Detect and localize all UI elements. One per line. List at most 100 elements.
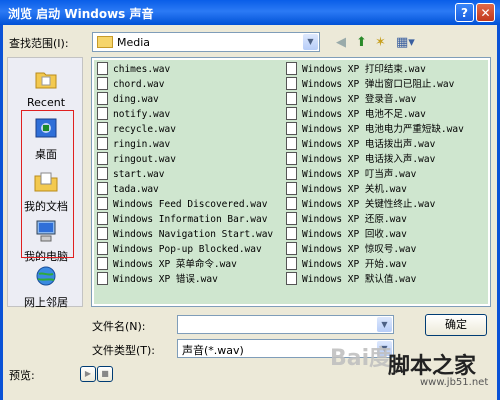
list-item[interactable]: start.wav <box>97 167 273 182</box>
list-item[interactable]: chord.wav <box>97 77 273 92</box>
sound-file-icon <box>286 182 297 195</box>
list-item[interactable]: Windows Information Bar.wav <box>97 212 273 227</box>
list-item[interactable]: Windows Feed Discovered.wav <box>97 197 273 212</box>
sound-file-icon <box>97 137 108 150</box>
sound-file-icon <box>97 227 108 240</box>
stop-button[interactable]: ■ <box>97 366 113 382</box>
list-item[interactable]: Windows XP 电池电力严重短缺.wav <box>286 122 464 137</box>
list-item[interactable]: Windows XP 电话拨出声.wav <box>286 137 464 152</box>
view-menu-icon[interactable]: ▦▾ <box>396 35 415 50</box>
list-item[interactable]: Windows XP 开始.wav <box>286 257 464 272</box>
place-label: 网上邻居 <box>24 296 68 309</box>
title-bar: 浏览 启动 Windows 声音 ? ✕ <box>0 0 500 25</box>
list-item[interactable]: Windows Pop-up Blocked.wav <box>97 242 273 257</box>
file-name: Windows XP 登录音.wav <box>302 94 417 105</box>
sound-file-icon <box>286 257 297 270</box>
site-url-watermark: www.jb51.net <box>420 377 489 388</box>
file-name: Windows XP 电话拨出声.wav <box>302 139 436 150</box>
list-item[interactable]: ding.wav <box>97 92 273 107</box>
folder-icon <box>97 36 113 48</box>
file-name: Windows XP 还原.wav <box>302 214 407 225</box>
filetype-label: 文件类型(T): <box>92 344 156 357</box>
network-icon <box>36 266 56 286</box>
sound-file-icon <box>97 182 108 195</box>
filename-input[interactable]: ▼ <box>177 315 394 334</box>
file-name: start.wav <box>113 169 165 180</box>
file-name: chimes.wav <box>113 64 171 75</box>
list-item[interactable]: ringout.wav <box>97 152 273 167</box>
sound-file-icon <box>286 77 297 90</box>
file-name: Windows XP 电池电力严重短缺.wav <box>302 124 464 135</box>
file-name: Windows XP 电池不足.wav <box>302 109 426 120</box>
chevron-down-icon[interactable]: ▼ <box>377 317 392 332</box>
place-network[interactable]: 网上邻居 <box>8 264 84 310</box>
list-item[interactable]: Windows XP 还原.wav <box>286 212 464 227</box>
file-name: Windows XP 错误.wav <box>113 274 218 285</box>
sound-file-icon <box>97 197 108 210</box>
file-name: Windows XP 菜单命令.wav <box>113 259 237 270</box>
lookin-combo[interactable]: Media ▼ <box>92 32 320 52</box>
play-button[interactable]: ▶ <box>80 366 96 382</box>
list-item[interactable]: Windows XP 回收.wav <box>286 227 464 242</box>
sound-file-icon <box>97 122 108 135</box>
close-button[interactable]: ✕ <box>476 3 495 22</box>
list-item[interactable]: Windows XP 登录音.wav <box>286 92 464 107</box>
sound-file-icon <box>286 107 297 120</box>
list-item[interactable]: chimes.wav <box>97 62 273 77</box>
sound-file-icon <box>97 107 108 120</box>
recent-icon <box>35 72 57 89</box>
list-item[interactable]: tada.wav <box>97 182 273 197</box>
list-item[interactable]: Windows Navigation Start.wav <box>97 227 273 242</box>
file-name: Windows XP 关机.wav <box>302 184 407 195</box>
sound-file-icon <box>97 272 108 285</box>
list-item[interactable]: Windows XP 叮当声.wav <box>286 167 464 182</box>
place-label: Recent <box>26 96 66 109</box>
sound-file-icon <box>286 152 297 165</box>
list-item[interactable]: ringin.wav <box>97 137 273 152</box>
file-name: Windows XP 默认值.wav <box>302 274 417 285</box>
chevron-down-icon[interactable]: ▼ <box>303 34 318 50</box>
sound-file-icon <box>286 272 297 285</box>
highlight-box <box>21 110 74 258</box>
file-name: Windows XP 弹出窗口已阻止.wav <box>302 79 455 90</box>
list-item[interactable]: recycle.wav <box>97 122 273 137</box>
file-name: Windows XP 关键性终止.wav <box>302 199 436 210</box>
place-recent[interactable]: Recent <box>8 66 84 109</box>
list-item[interactable]: Windows XP 打印结束.wav <box>286 62 464 77</box>
list-item[interactable]: Windows XP 错误.wav <box>97 272 273 287</box>
list-item[interactable]: Windows XP 电话拨入声.wav <box>286 152 464 167</box>
list-item[interactable]: Windows XP 惊叹号.wav <box>286 242 464 257</box>
file-name: Windows XP 打印结束.wav <box>302 64 426 75</box>
file-name: ringin.wav <box>113 139 171 150</box>
file-name: Windows XP 回收.wav <box>302 229 407 240</box>
sound-file-icon <box>97 257 108 270</box>
file-name: Windows Navigation Start.wav <box>113 229 274 240</box>
filename-label: 文件名(N): <box>92 320 146 333</box>
list-item[interactable]: Windows XP 关机.wav <box>286 182 464 197</box>
lookin-value: Media <box>117 36 151 49</box>
file-name: notify.wav <box>113 109 171 120</box>
file-name: Windows Feed Discovered.wav <box>113 199 268 210</box>
file-list-area: chimes.wav chord.wav ding.wav notify.wav rec… <box>94 60 488 304</box>
sound-file-icon <box>97 242 108 255</box>
list-item[interactable]: Windows XP 关键性终止.wav <box>286 197 464 212</box>
file-name: ding.wav <box>113 94 159 105</box>
site-watermark: 脚本之家 <box>388 354 477 379</box>
sound-file-icon <box>286 137 297 150</box>
list-item[interactable]: Windows XP 电池不足.wav <box>286 107 464 122</box>
back-icon[interactable]: ◀ <box>336 35 346 50</box>
up-folder-icon[interactable]: ⬆ <box>356 35 367 50</box>
list-item[interactable]: Windows XP 默认值.wav <box>286 272 464 287</box>
sound-file-icon <box>286 242 297 255</box>
sound-file-icon <box>286 167 297 180</box>
file-name: Windows Pop-up Blocked.wav <box>113 244 262 255</box>
file-name: Windows XP 叮当声.wav <box>302 169 417 180</box>
new-folder-icon[interactable]: ✶ <box>375 35 386 50</box>
file-name: tada.wav <box>113 184 159 195</box>
list-item[interactable]: notify.wav <box>97 107 273 122</box>
list-item[interactable]: Windows XP 弹出窗口已阻止.wav <box>286 77 464 92</box>
list-item[interactable]: Windows XP 菜单命令.wav <box>97 257 273 272</box>
help-button[interactable]: ? <box>455 3 474 22</box>
ok-button[interactable]: 确定 <box>425 314 487 336</box>
file-list[interactable]: chimes.wav chord.wav ding.wav notify.wav rec… <box>91 57 491 307</box>
